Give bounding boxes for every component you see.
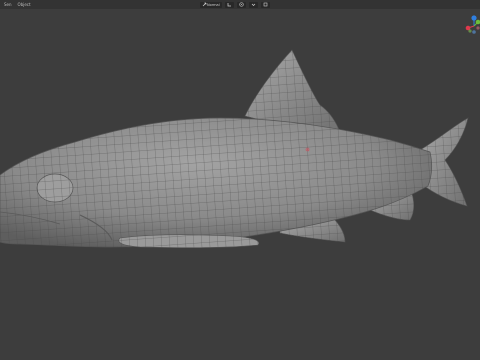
gizmo-neg-x-ball[interactable] (476, 26, 480, 30)
snap-icon (227, 3, 231, 7)
menu-object[interactable]: Object (18, 0, 31, 9)
chevron-down-icon (251, 3, 255, 7)
menu-view[interactable]: Sen (4, 0, 12, 9)
orientation-label: Normal (207, 2, 220, 7)
fish-mesh-object[interactable] (0, 40, 480, 270)
fish-eye (36, 173, 74, 203)
3d-cursor-icon (305, 147, 310, 152)
gizmo-neg-z-ball[interactable] (472, 30, 476, 34)
viewport-header: Sen Object Normal (0, 0, 480, 9)
orientation-dropdown[interactable]: Normal (200, 1, 222, 8)
snap-toggle[interactable] (224, 1, 234, 8)
header-tools: Normal (200, 1, 270, 8)
proportional-icon (239, 2, 244, 7)
gizmo-z-ball[interactable] (471, 15, 477, 21)
overlay-toggle[interactable] (260, 1, 270, 8)
proportional-editing-toggle[interactable] (236, 1, 246, 8)
navigation-gizmo[interactable] (462, 12, 480, 40)
pectoral-fin (118, 234, 260, 248)
gizmo-neg-y-ball[interactable] (468, 29, 472, 33)
options-dropdown[interactable] (248, 1, 258, 8)
overlay-icon (263, 2, 267, 7)
